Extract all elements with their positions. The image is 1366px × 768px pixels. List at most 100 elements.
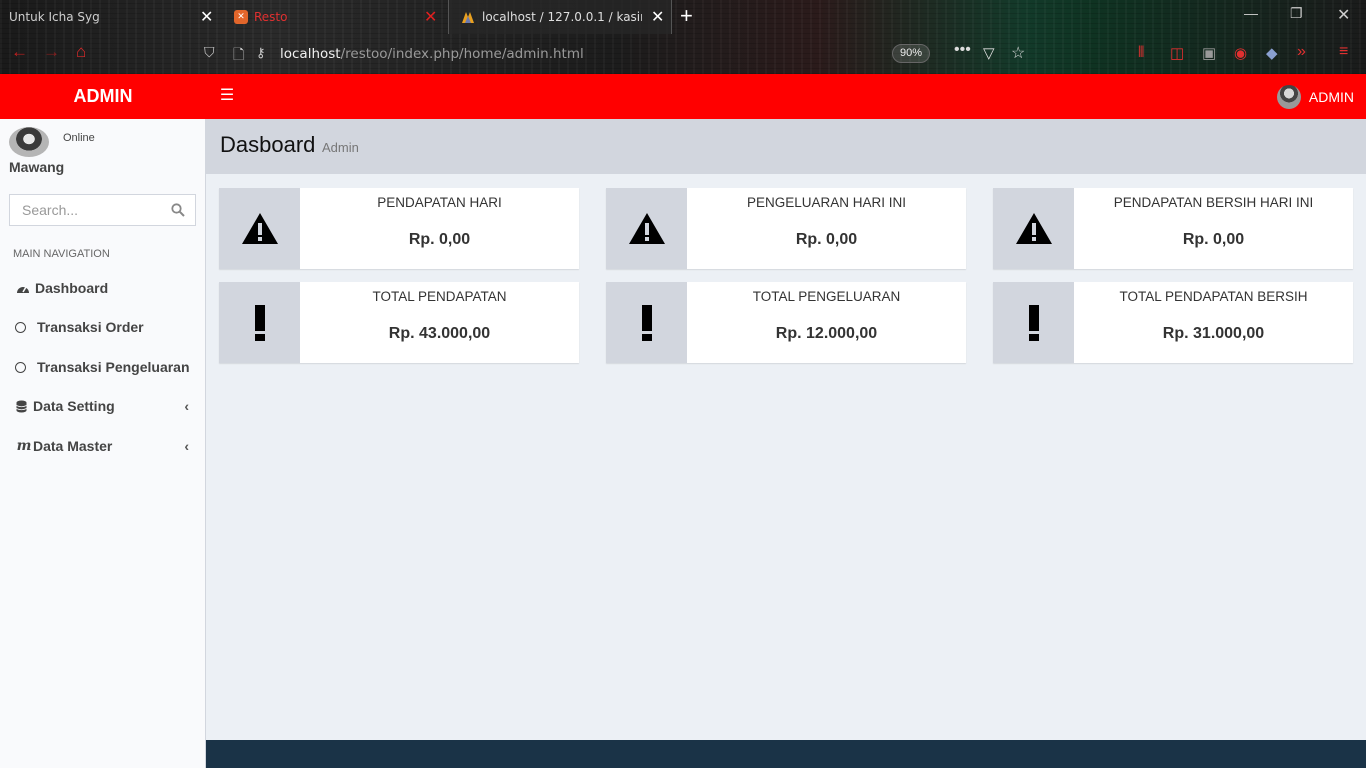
avatar [1276,84,1301,109]
browser-tab[interactable]: ✕ Resto ✕ [222,0,446,34]
info-box: TOTAL PENDAPATAN Rp. 43.000,00 [219,282,579,363]
zoom-level-badge[interactable]: 90% [892,44,930,63]
library-icon[interactable]: ⫴ [1138,44,1144,61]
phpmyadmin-favicon-icon [462,12,474,23]
user-panel: Online Mawang [0,119,206,189]
content-header: Dasboard Admin [206,119,1366,174]
cursor-extension-icon[interactable]: ◆ [1266,44,1278,62]
sidebar: Online Mawang MAIN NAVIGATION Dashboard … [0,119,206,768]
sidebar-item-data-master[interactable]: m Data Master ‹ [0,427,206,465]
info-box: TOTAL PENDAPATAN BERSIH Rp. 31.000,00 [993,282,1353,363]
info-box-value: Rp. 31.000,00 [1162,325,1265,342]
minimize-icon[interactable]: — [1244,5,1258,21]
exclamation-icon [641,304,652,341]
sidebar-item-label: Transaksi Order [37,319,144,335]
tab-title: Resto [254,10,288,24]
overflow-menu-icon[interactable]: » [1297,43,1306,61]
browser-chrome: Untuk Icha Syg ✕ ✕ Resto ✕ localhost / 1… [0,0,1366,74]
tab-strip: Untuk Icha Syg ✕ ✕ Resto ✕ localhost / 1… [0,0,1366,34]
restore-icon[interactable]: ❐ [1290,5,1303,22]
url-host: localhost [280,46,341,62]
exclamation-icon [254,304,265,341]
exclamation-icon [1028,304,1039,341]
url-bar[interactable]: localhost/restoo/index.php/home/admin.ht… [280,46,584,62]
info-box-value: Rp. 0,00 [795,231,858,248]
m-icon: m [16,438,32,454]
pocket-icon[interactable]: ▽ [983,44,995,62]
info-box-label: PENGELUARAN HARI INI [746,195,907,210]
info-box-icon [606,282,687,363]
info-box-value: Rp. 43.000,00 [388,325,491,342]
info-box: TOTAL PENGELUARAN Rp. 12.000,00 [606,282,966,363]
info-box-label: TOTAL PENGELUARAN [752,289,901,304]
close-tab-icon[interactable]: ✕ [424,7,437,26]
hamburger-menu-icon[interactable]: ≡ [1339,43,1348,61]
info-box-icon [993,188,1074,269]
circle-icon [15,321,26,333]
database-icon [16,400,27,412]
user-menu[interactable]: ADMIN [1276,74,1354,119]
page-title: Dasboard [220,132,316,157]
search-input[interactable] [10,195,160,225]
info-box-label: PENDAPATAN HARI [377,195,502,210]
info-box-icon [993,282,1074,363]
info-box-icon [219,188,300,269]
tab-title: Untuk Icha Syg [9,10,100,24]
extension-icon[interactable]: ▣ [1202,44,1216,62]
info-box: PENGELUARAN HARI INI Rp. 0,00 [606,188,966,269]
browser-tab-active[interactable]: localhost / 127.0.0.1 / kasir_coffee ✕ [448,0,672,34]
info-box-icon [219,282,300,363]
new-tab-icon[interactable]: + [680,3,693,29]
more-actions-icon[interactable]: ••• [954,41,971,59]
close-tab-icon[interactable]: ✕ [200,7,213,26]
xampp-favicon-icon: ✕ [234,10,248,24]
sidebar-item-label: Dashboard [35,280,109,296]
user-name: Mawang [9,159,65,175]
forward-icon[interactable]: → [43,42,60,62]
key-icon: ⚷ [256,45,266,60]
sidebar-item-label: Data Master [33,438,113,454]
sidebar-item-data-setting[interactable]: Data Setting ‹ [0,387,206,425]
browser-tab[interactable]: Untuk Icha Syg ✕ [0,0,222,34]
dashboard-icon [17,286,29,293]
close-window-icon[interactable]: ✕ [1337,5,1350,25]
sidebar-item-transaksi-order[interactable]: Transaksi Order [0,308,206,346]
sidebar-item-transaksi-pengeluaran[interactable]: Transaksi Pengeluaran [0,348,206,386]
chevron-left-icon: ‹ [184,398,189,414]
close-tab-icon[interactable]: ✕ [651,7,664,26]
back-icon[interactable]: ← [11,42,28,62]
user-menu-name: ADMIN [1308,88,1354,105]
account-icon[interactable]: ◉ [1234,44,1247,62]
warning-icon [241,213,278,244]
sidebar-item-label: Transaksi Pengeluaran [37,359,190,375]
tab-title: localhost / 127.0.0.1 / kasir_coffee [482,10,642,24]
warning-icon [1015,213,1052,244]
avatar [9,127,49,157]
app-logo[interactable]: ADMIN [0,74,206,119]
sidebar-toggle-icon[interactable]: ☰ [216,85,238,107]
nav-section-header: MAIN NAVIGATION [13,248,110,260]
online-status: Online [63,132,95,144]
circle-icon [15,361,26,373]
shield-icon[interactable]: ⛉ [204,44,215,61]
search-icon[interactable] [171,203,185,217]
sidebar-search [9,194,196,226]
info-box: PENDAPATAN BERSIH HARI INI Rp. 0,00 [993,188,1353,269]
page-subtitle: Admin [322,140,359,155]
home-icon[interactable]: ⌂ [76,42,86,62]
info-box-icon [606,188,687,269]
info-box-label: TOTAL PENDAPATAN BERSIH [1119,289,1308,304]
info-box: PENDAPATAN HARI Rp. 0,00 [219,188,579,269]
info-box-value: Rp. 0,00 [408,231,471,248]
url-path: /restoo/index.php/home/admin.html [340,46,584,62]
info-box-value: Rp. 0,00 [1182,231,1245,248]
bookmark-star-icon[interactable]: ☆ [1011,43,1025,63]
sidebar-item-dashboard[interactable]: Dashboard [0,269,206,307]
sidebar-toggle-icon[interactable]: ◫ [1170,44,1184,62]
navigation-toolbar: ← → ⌂ ⛉ 🗋 ⚷ localhost/restoo/index.php/h… [0,36,1366,72]
info-box-value: Rp. 12.000,00 [775,325,878,342]
info-box-label: TOTAL PENDAPATAN [372,289,507,304]
page-footer [206,740,1366,768]
warning-icon [628,213,665,244]
page-icon[interactable]: 🗋 [233,44,244,68]
